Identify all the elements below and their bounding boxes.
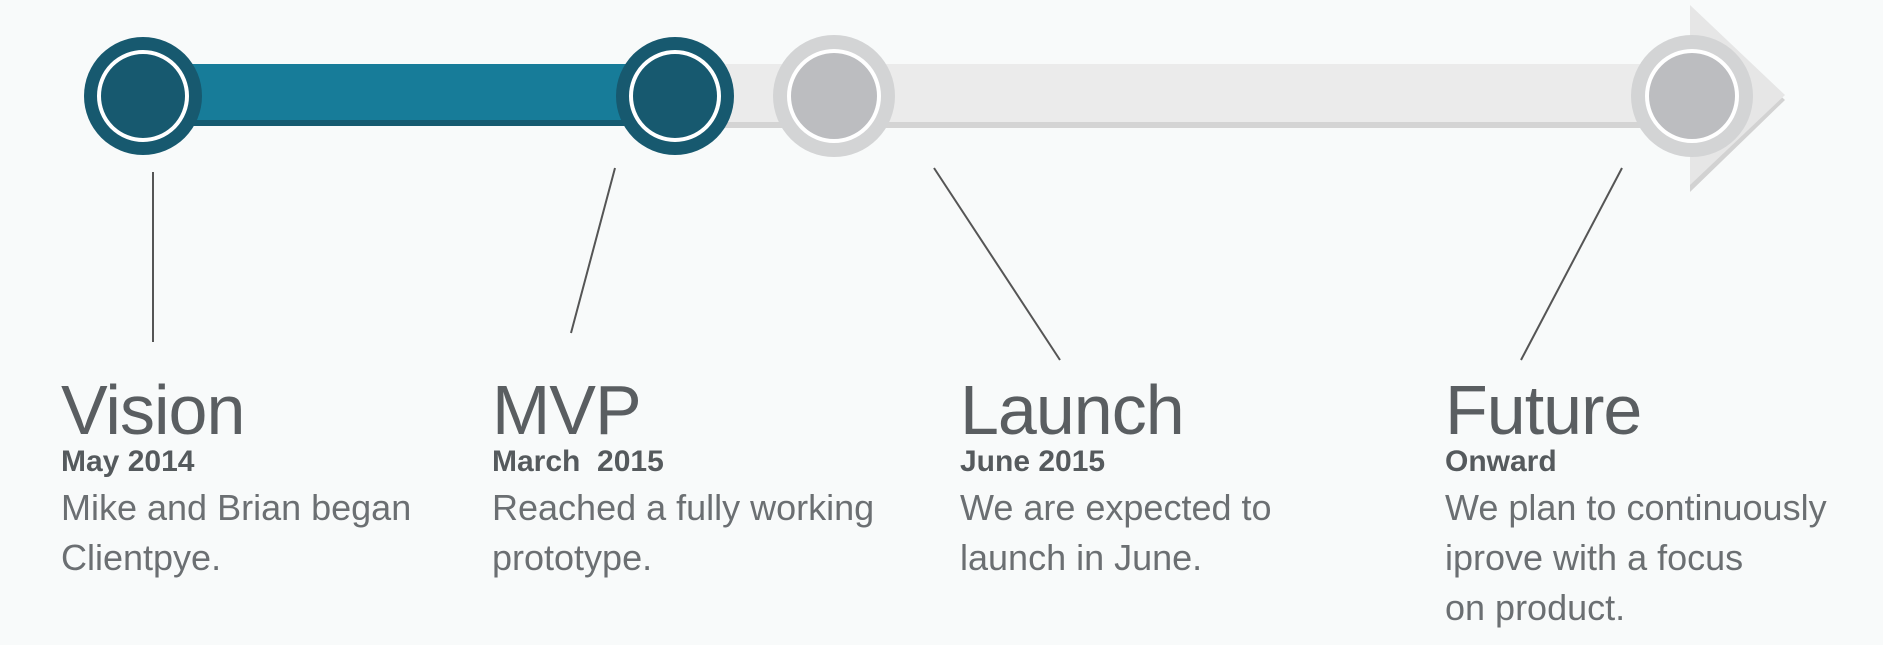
milestone-node-launch <box>773 35 895 157</box>
leader-line-future <box>1520 167 1623 361</box>
milestone-description: We are expected to launch in June. <box>960 487 1272 578</box>
milestone-date: March 2015 <box>492 445 664 478</box>
milestone-description: We plan to continuously iprove with a fo… <box>1445 487 1827 628</box>
milestone-description: Mike and Brian began Clientpye. <box>61 487 412 578</box>
milestone-node-future <box>1631 35 1753 157</box>
milestone-vision: Vision May 2014 Mike and Brian began Cli… <box>61 375 411 583</box>
milestone-node-mvp <box>616 37 734 155</box>
progress-bar <box>140 64 680 120</box>
milestone-title: MVP <box>492 371 642 449</box>
milestone-title: Vision <box>61 371 245 449</box>
leader-line-mvp <box>570 167 616 334</box>
milestone-launch: Launch June 2015 We are expected to laun… <box>960 375 1272 583</box>
milestone-date: Onward <box>1445 445 1557 478</box>
milestone-description: Reached a fully working prototype. <box>492 487 875 578</box>
milestone-title: Future <box>1445 371 1642 449</box>
timeline-slide: Vision May 2014 Mike and Brian began Cli… <box>0 0 1883 645</box>
milestone-title: Launch <box>960 371 1185 449</box>
milestone-mvp: MVP March 2015 Reached a fully working p… <box>492 375 874 583</box>
leader-line-launch <box>933 167 1061 361</box>
milestone-date: June 2015 <box>960 445 1106 478</box>
milestone-date: May 2014 <box>61 445 195 478</box>
milestone-node-vision <box>84 37 202 155</box>
milestone-future: Future Onward We plan to continuously ip… <box>1445 375 1827 633</box>
